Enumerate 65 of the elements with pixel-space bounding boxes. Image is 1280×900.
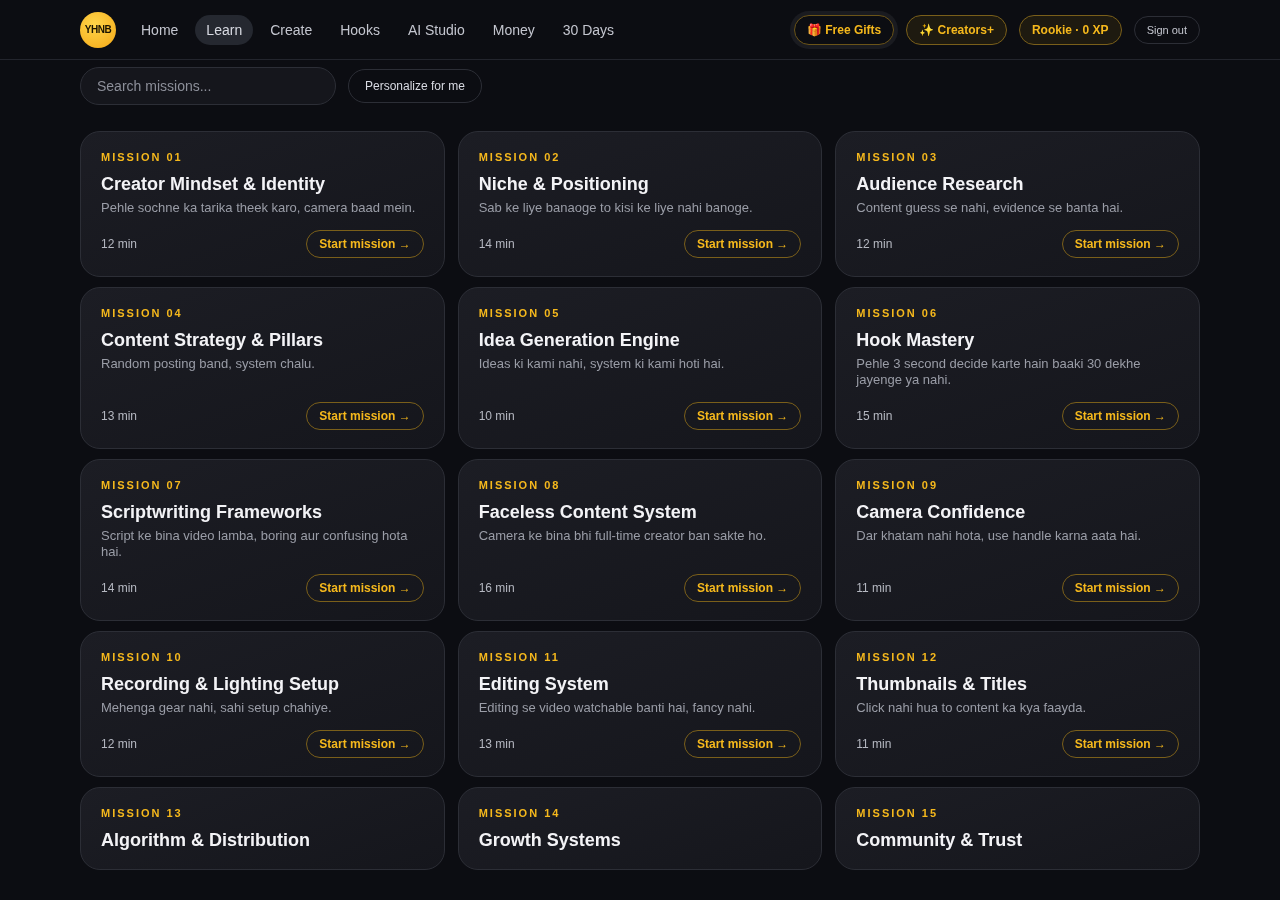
mission-number: MISSION 02 bbox=[478, 151, 562, 163]
nav-tab[interactable]: Hooks bbox=[329, 14, 391, 45]
search-field[interactable]: Search missions... bbox=[80, 67, 336, 105]
mission-duration: 13 min bbox=[478, 737, 515, 751]
mission-duration: 16 min bbox=[478, 581, 515, 595]
mission-number: MISSION 13 bbox=[101, 807, 184, 819]
mission-description: Sab ke liye banaoge to kisi ke liye nahi banoge. bbox=[478, 200, 754, 216]
mission-description: Random posting band, system chalu. bbox=[101, 356, 316, 372]
nav-tab[interactable]: Home bbox=[130, 14, 190, 45]
mission-title: Camera Confidence bbox=[856, 501, 1027, 523]
mission-number: MISSION 15 bbox=[856, 807, 940, 819]
mission-duration: 14 min bbox=[478, 237, 515, 251]
mission-duration: 11 min bbox=[856, 737, 892, 751]
mission-title: Hook Mastery bbox=[856, 329, 976, 351]
mission-description: Ideas ki kami nahi, system ki kami hoti hai. bbox=[478, 356, 726, 372]
mission-duration: 12 min bbox=[101, 737, 138, 751]
mission-number: MISSION 01 bbox=[101, 151, 184, 163]
mission-number: MISSION 10 bbox=[101, 651, 184, 663]
mission-description: Mehenga gear nahi, sahi setup chahiye. bbox=[101, 700, 333, 716]
nav-tab[interactable]: 30 Days bbox=[551, 14, 626, 45]
mission-number: MISSION 14 bbox=[478, 807, 562, 819]
nav-tab[interactable]: Learn bbox=[195, 14, 254, 45]
mission-description: Camera ke bina bhi full-time creator ban sakte ho. bbox=[478, 528, 768, 544]
nav-tab[interactable]: Create bbox=[259, 14, 324, 45]
mission-title: Community & Trust bbox=[856, 829, 1024, 851]
mission-duration: 13 min bbox=[101, 409, 138, 423]
mission-title: Audience Research bbox=[856, 173, 1025, 195]
mission-number: MISSION 08 bbox=[478, 479, 562, 491]
mission-description: Content guess se nahi, evidence se banta hai. bbox=[856, 200, 1124, 216]
mission-duration: 15 min bbox=[856, 409, 893, 423]
mission-number: MISSION 03 bbox=[856, 151, 940, 163]
mission-title: Niche & Positioning bbox=[478, 173, 650, 195]
mission-description: Dar khatam nahi hota, use handle karna aata hai. bbox=[856, 528, 1143, 544]
mission-number: MISSION 12 bbox=[856, 651, 940, 663]
mission-duration: 10 min bbox=[478, 409, 515, 423]
mission-title: Idea Generation Engine bbox=[478, 329, 681, 351]
mission-description: Script ke bina video lamba, boring aur confusing hota hai. bbox=[101, 528, 409, 560]
mission-number: MISSION 04 bbox=[101, 307, 184, 319]
mission-duration: 14 min bbox=[101, 581, 138, 595]
mission-number: MISSION 07 bbox=[101, 479, 184, 491]
header-button[interactable]: ✨ Creators+ bbox=[906, 14, 1007, 45]
mission-title: Thumbnails & Titles bbox=[856, 673, 1029, 695]
mission-description: Pehle sochne ka tarika theek karo, camera baad mein. bbox=[101, 200, 417, 216]
mission-title: Content Strategy & Pillars bbox=[101, 329, 325, 351]
mission-description: Pehle 3 second decide karte hain baaki 30 dekhe jayenge ya nahi. bbox=[856, 356, 1142, 388]
mission-title: Growth Systems bbox=[478, 829, 622, 851]
mission-title: Recording & Lighting Setup bbox=[101, 673, 340, 695]
mission-number: MISSION 11 bbox=[478, 651, 561, 663]
mission-description: Click nahi hua to content ka kya faayda. bbox=[856, 700, 1088, 716]
mission-duration: 12 min bbox=[101, 237, 138, 251]
mission-duration: 12 min bbox=[856, 237, 893, 251]
mission-description: Editing se video watchable banti hai, fancy nahi. bbox=[478, 700, 757, 716]
nav-tab[interactable]: Money bbox=[481, 14, 546, 45]
logo[interactable]: YHNB bbox=[80, 11, 116, 48]
mission-duration: 11 min bbox=[856, 581, 892, 595]
mission-title: Scriptwriting Frameworks bbox=[101, 501, 324, 523]
mission-title: Faceless Content System bbox=[478, 501, 698, 523]
header-button[interactable]: Rookie · 0 XP bbox=[1018, 14, 1122, 45]
mission-number: MISSION 09 bbox=[856, 479, 940, 491]
nav-tab[interactable]: AI Studio bbox=[396, 14, 476, 45]
mission-title: Editing System bbox=[478, 673, 610, 695]
mission-title: Algorithm & Distribution bbox=[101, 829, 311, 851]
mission-number: MISSION 06 bbox=[856, 307, 940, 319]
mission-title: Creator Mindset & Identity bbox=[101, 173, 327, 195]
mission-number: MISSION 05 bbox=[478, 307, 562, 319]
